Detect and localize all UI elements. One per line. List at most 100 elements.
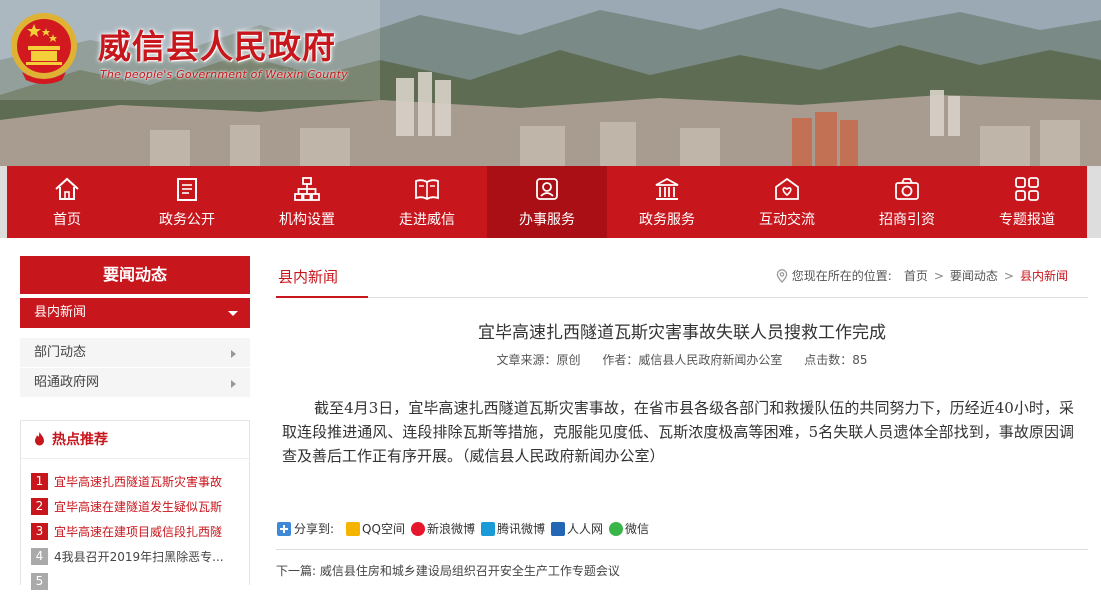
share-sina-weibo-button[interactable]: 新浪微博 <box>410 520 475 537</box>
share-item-label: 腾讯微博 <box>496 522 545 536</box>
caret-down-icon <box>228 311 238 316</box>
hot-list-item[interactable]: 5 <box>31 569 241 594</box>
sidebar-item-county-news[interactable]: 县内新闻 <box>20 298 250 328</box>
hot-item-title: 宜毕高速扎西隧道瓦斯灾害事故 <box>54 475 223 489</box>
sidebar-item-department-news[interactable]: 部门动态 <box>20 338 250 368</box>
nav-item-gov-services[interactable]: 政务服务 <box>607 166 727 238</box>
nav-item-label: 互动交流 <box>759 212 815 228</box>
qzone-icon <box>346 521 361 536</box>
hot-list-item[interactable]: 3 宜毕高速在建项目威信段扎西隧 <box>31 519 241 544</box>
breadcrumb-current[interactable]: 县内新闻 <box>1020 267 1068 284</box>
flame-icon <box>35 432 44 446</box>
hot-item-title: 宜毕高速在建项目威信段扎西隧 <box>54 525 223 539</box>
renren-icon <box>550 521 565 536</box>
site-subtitle: The people's Government of Weixin County <box>100 68 348 81</box>
nav-item-label: 招商引资 <box>879 212 935 228</box>
article-click-count: 点击数：85 <box>804 353 868 367</box>
chevron-right-icon <box>231 380 236 388</box>
breadcrumb: 您现在所在的位置: 首页 > 要闻动态 > 县内新闻 <box>776 267 1068 284</box>
hot-item-title: 4我县召开2019年扫黑除恶专... <box>54 550 224 564</box>
nav-item-interaction[interactable]: 互动交流 <box>727 166 847 238</box>
rank-badge: 5 <box>31 573 48 590</box>
rank-badge: 1 <box>31 473 48 490</box>
nav-item-label: 机构设置 <box>279 212 335 228</box>
sina-weibo-icon <box>410 521 425 536</box>
building-icon <box>655 177 679 200</box>
article-body: 截至4月3日，宜毕高速扎西隧道瓦斯灾害事故，在省市县各级各部门和救援队伍的共同努… <box>282 399 1074 465</box>
nav-item-institutions[interactable]: 机构设置 <box>247 166 367 238</box>
rank-badge: 3 <box>31 523 48 540</box>
main-navigation-bar: 首页 政务公开 机构设置 走进威信 办事服务 政务服务 互动交流 招商引资 专题… <box>0 166 1101 238</box>
sidebar-item-label: 县内新闻 <box>34 305 87 320</box>
nav-item-investment[interactable]: 招商引资 <box>847 166 967 238</box>
sidebar-item-label: 部门动态 <box>34 345 87 360</box>
hot-heading-label: 热点推荐 <box>52 432 108 448</box>
share-qzone-button[interactable]: QQ空间 <box>346 520 405 537</box>
document-icon <box>177 178 197 201</box>
grid-icon <box>1015 177 1039 201</box>
nav-item-about-weixin[interactable]: 走进威信 <box>367 166 487 238</box>
breadcrumb-separator: > <box>1003 268 1014 283</box>
share-label: 分享到: <box>294 522 335 536</box>
rank-badge: 2 <box>31 498 48 515</box>
article-source: 文章来源：原创 <box>496 353 581 367</box>
section-header: 县内新闻 您现在所在的位置: 首页 > 要闻动态 > 县内新闻 <box>276 256 1088 298</box>
chevron-right-icon <box>231 350 236 358</box>
nav-item-label: 政务公开 <box>159 212 215 228</box>
wechat-icon <box>609 521 623 536</box>
hot-recommendations-heading: 热点推荐 <box>21 421 249 459</box>
org-chart-icon <box>294 177 320 201</box>
book-icon <box>415 179 439 201</box>
home-icon <box>55 177 79 200</box>
next-article-label: 下一篇: <box>276 564 317 578</box>
rank-badge: 4 <box>31 548 48 565</box>
article-meta: 文章来源：原创 作者：威信县人民政府新闻办公室 点击数：85 <box>276 351 1088 368</box>
breadcrumb-home-link[interactable]: 首页 <box>904 267 928 284</box>
nav-item-label: 专题报道 <box>999 212 1055 228</box>
breadcrumb-news-link[interactable]: 要闻动态 <box>950 267 998 284</box>
share-item-label: 人人网 <box>566 522 603 536</box>
main-navigation: 首页 政务公开 机构设置 走进威信 办事服务 政务服务 互动交流 招商引资 专题… <box>7 166 1087 238</box>
article-title: 宜毕高速扎西隧道瓦斯灾害事故失联人员搜救工作完成 <box>478 323 886 343</box>
sidebar-links: 部门动态 昭通政府网 <box>20 338 250 398</box>
share-item-label: QQ空间 <box>362 522 405 536</box>
nav-item-home[interactable]: 首页 <box>7 166 127 238</box>
nav-item-label: 首页 <box>53 212 81 228</box>
next-article: 下一篇: 威信县住房和城乡建设局组织召开安全生产工作专题会议 <box>276 562 1088 579</box>
nav-item-label: 走进威信 <box>399 212 455 228</box>
hot-list-item[interactable]: 4 4我县召开2019年扫黑除恶专... <box>31 544 241 569</box>
share-item-label: 新浪微博 <box>426 522 475 536</box>
article-author: 作者：威信县人民政府新闻办公室 <box>602 353 783 367</box>
interaction-icon <box>775 177 799 200</box>
nav-item-special-reports[interactable]: 专题报道 <box>967 166 1087 238</box>
share-renren-button[interactable]: 人人网 <box>550 520 603 537</box>
hot-item-title: 宜毕高速在建隧道发生疑似瓦斯 <box>54 500 223 514</box>
section-tab[interactable]: 县内新闻 <box>276 256 368 298</box>
nav-item-services[interactable]: 办事服务 <box>487 166 607 238</box>
share-plus-icon <box>277 521 291 536</box>
hot-recommendations: 热点推荐 1 宜毕高速扎西隧道瓦斯灾害事故 2 宜毕高速在建隧道发生疑似瓦斯 3… <box>20 420 250 590</box>
service-icon <box>536 178 558 200</box>
breadcrumb-separator: > <box>933 268 944 283</box>
share-item-label: 微信 <box>625 522 650 536</box>
site-title: 威信县人民政府 <box>98 27 336 66</box>
hot-list: 1 宜毕高速扎西隧道瓦斯灾害事故 2 宜毕高速在建隧道发生疑似瓦斯 3 宜毕高速… <box>21 459 249 594</box>
sidebar-item-label: 昭通政府网 <box>34 375 100 390</box>
sidebar: 要闻动态 县内新闻 部门动态 昭通政府网 热点推荐 1 宜毕高速扎西隧道瓦斯灾害… <box>20 256 250 590</box>
location-pin-icon <box>776 268 788 283</box>
site-banner: 威信县人民政府 The people's Government of Weixi… <box>0 0 1101 166</box>
share-tencent-weibo-button[interactable]: 腾讯微博 <box>480 520 545 537</box>
main-content: 县内新闻 您现在所在的位置: 首页 > 要闻动态 > 县内新闻 宜毕高速扎西隧道… <box>276 256 1088 579</box>
sidebar-heading: 要闻动态 <box>20 256 250 294</box>
divider <box>276 549 1088 550</box>
camera-icon <box>895 178 919 200</box>
hot-list-item[interactable]: 1 宜毕高速扎西隧道瓦斯灾害事故 <box>31 469 241 494</box>
hot-list-item[interactable]: 2 宜毕高速在建隧道发生疑似瓦斯 <box>31 494 241 519</box>
nav-item-gov-affairs[interactable]: 政务公开 <box>127 166 247 238</box>
sidebar-item-zhaotong-gov[interactable]: 昭通政府网 <box>20 368 250 398</box>
next-article-link[interactable]: 威信县住房和城乡建设局组织召开安全生产工作专题会议 <box>320 564 620 578</box>
breadcrumb-prefix: 您现在所在的位置: <box>791 269 892 283</box>
tencent-weibo-icon <box>480 521 495 536</box>
share-wechat-button[interactable]: 微信 <box>609 520 649 537</box>
nav-item-label: 办事服务 <box>519 212 575 228</box>
